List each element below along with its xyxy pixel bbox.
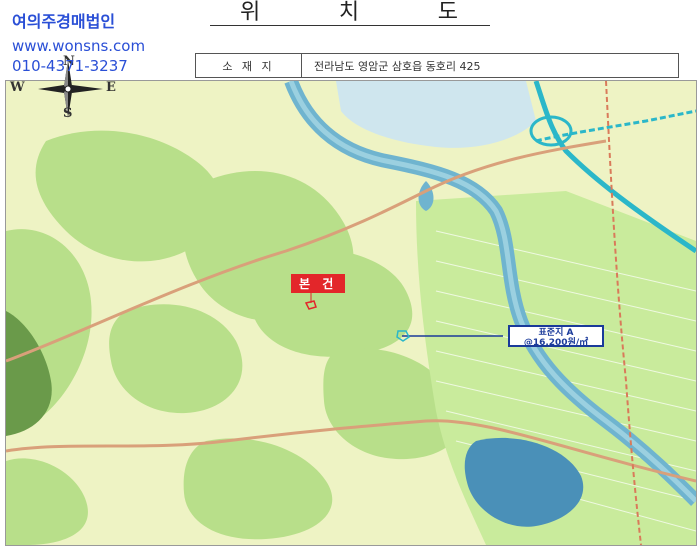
firm-phone: 010-4371-3237 (12, 57, 128, 75)
standard-land-name: 표준지 A (538, 328, 574, 338)
address-table: 소 재 지 전라남도 영암군 삼호읍 동호리 425 (195, 53, 679, 78)
firm-info: 여의주경매법인 www.wonsns.com 010-4371-3237 (12, 12, 145, 76)
title-char-1: 위 (240, 0, 263, 25)
subject-property-label: 본 건 (291, 274, 346, 293)
location-map: 본 건 표준지 A @16,200원/㎡ (5, 80, 697, 546)
standard-land-price: @16,200원/㎡ (523, 338, 589, 348)
page-title: 위 치 도 (210, 0, 490, 26)
compass-west: W (10, 80, 25, 95)
title-char-3: 도 (437, 0, 460, 25)
standard-land-box: 표준지 A @16,200원/㎡ (508, 325, 604, 348)
compass-east: E (106, 80, 116, 95)
title-char-2: 치 (338, 0, 362, 25)
map-graphic (6, 81, 696, 545)
page: 위 치 도 소 재 지 전라남도 영암군 삼호읍 동호리 425 본 건 표준지… (0, 0, 700, 549)
address-label: 소 재 지 (196, 54, 302, 77)
compass-south: S (63, 106, 73, 121)
firm-website[interactable]: www.wonsns.com (12, 36, 145, 56)
firm-name: 여의주경매법인 (12, 12, 116, 31)
address-value: 전라남도 영암군 삼호읍 동호리 425 (314, 59, 481, 73)
